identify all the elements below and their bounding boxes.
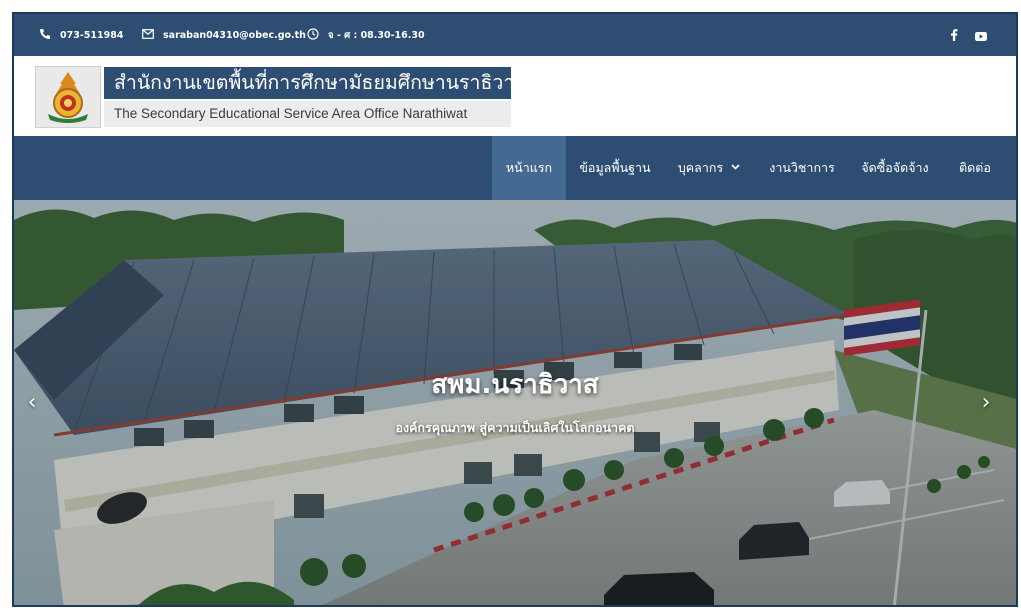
nav-item-label: ติดต่อ <box>959 160 991 175</box>
chevron-right-icon: › <box>981 389 991 415</box>
header-branding: สำนักงานเขตพื้นที่การศึกษามัธยมศึกษานราธ… <box>14 56 1016 136</box>
phone-number: 073-511984 <box>60 29 124 41</box>
chevron-down-icon <box>731 163 740 173</box>
nav-item-procurement[interactable]: จัดซื้อจัดจ้าง <box>850 136 940 200</box>
page-frame: 073-511984 saraban04310@obec.go.th จ - ศ… <box>12 12 1018 607</box>
nav-item-home[interactable]: หน้าแรก <box>492 136 566 200</box>
nav-item-label: งานวิชาการ <box>769 160 835 175</box>
phone-icon <box>38 28 52 43</box>
office-hours-text: จ - ศ : 08.30-16.30 <box>328 29 425 41</box>
nav-item-label: ข้อมูลพื้นฐาน <box>579 160 651 175</box>
clock-icon <box>306 27 320 43</box>
hero-subtitle: องค์กรคุณภาพ สู่ความเป็นเลิศในโลกอนาคต <box>395 420 635 435</box>
nav-item-academic[interactable]: งานวิชาการ <box>761 136 843 200</box>
organization-name-english: The Secondary Educational Service Area O… <box>104 101 511 127</box>
nav-item-label: บุคลากร <box>677 160 724 175</box>
nav-item-label: หน้าแรก <box>505 160 553 175</box>
slider-next-button[interactable]: › <box>974 388 998 416</box>
nav-item-contact[interactable]: ติดต่อ <box>946 136 1004 200</box>
youtube-icon <box>975 26 987 45</box>
organization-name-thai: สำนักงานเขตพื้นที่การศึกษามัธยมศึกษานราธ… <box>104 67 511 99</box>
main-navigation: หน้าแรก ข้อมูลพื้นฐาน บุคลากร งานวิชาการ… <box>14 136 1016 200</box>
nav-item-label: จัดซื้อจัดจ้าง <box>861 160 929 175</box>
nav-item-personnel[interactable]: บุคลากร <box>668 136 750 200</box>
chevron-left-icon: ‹ <box>27 389 37 415</box>
slider-prev-button[interactable]: ‹ <box>20 388 44 416</box>
envelope-icon <box>141 28 155 42</box>
organization-logo[interactable] <box>35 66 101 128</box>
office-hours: จ - ศ : 08.30-16.30 <box>306 14 425 56</box>
top-contact-bar: 073-511984 saraban04310@obec.go.th จ - ศ… <box>14 14 1016 56</box>
phone-contact[interactable]: 073-511984 <box>38 14 123 56</box>
facebook-icon <box>950 26 958 45</box>
nav-item-basic-info[interactable]: ข้อมูลพื้นฐาน <box>572 136 658 200</box>
email-address: saraban04310@obec.go.th <box>163 29 306 41</box>
facebook-link[interactable] <box>950 14 958 56</box>
hero-slider: สพม.นราธิวาส องค์กรคุณภาพ สู่ความเป็นเลิ… <box>14 200 1016 605</box>
youtube-link[interactable] <box>975 14 987 56</box>
hero-title: สพม.นราธิวาส <box>431 370 599 400</box>
email-contact[interactable]: saraban04310@obec.go.th <box>141 14 306 56</box>
